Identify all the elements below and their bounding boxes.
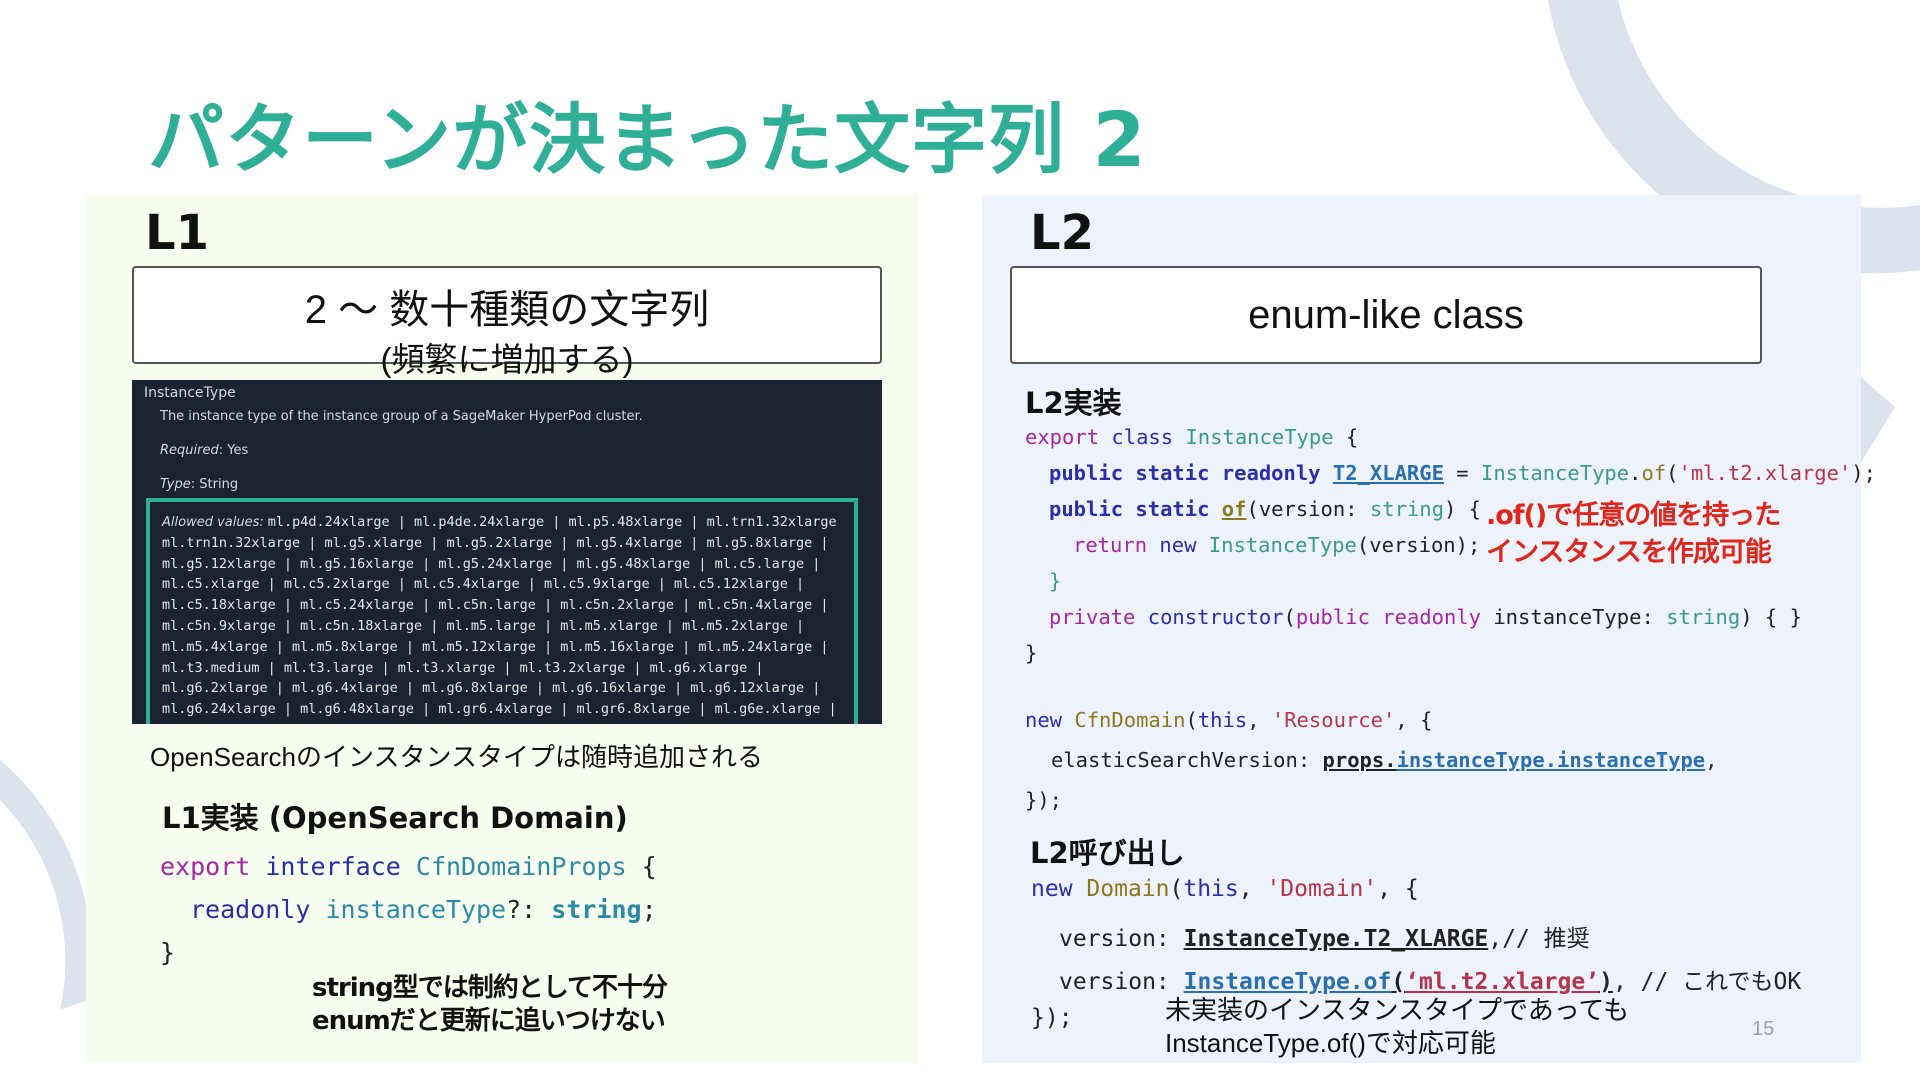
l1-summary-box: 2 〜 数十種類の文字列 (頻繁に増加する)	[132, 266, 882, 378]
l2-code-line-9: elasticSearchVersion: props.instanceType…	[1051, 748, 1718, 772]
l2-bottom-note-line2: InstanceType.of()で対応可能	[1165, 1028, 1496, 1058]
l2-impl-heading: L2実装	[1025, 386, 1122, 420]
l2-call-line-3: version: InstanceType.of(‘ml.t2.xlarge’)…	[1059, 969, 1802, 995]
l2-call-line-2: version: InstanceType.T2_XLARGE,// 推奨	[1059, 926, 1590, 952]
allowed-values-label: Allowed values:	[162, 515, 264, 530]
doc-required-value: : Yes	[218, 443, 249, 458]
of-method-note: .of()で任意の値を持った インスタンスを作成可能	[1486, 497, 1781, 571]
l2-code-line-4: return new InstanceType(version);	[1073, 533, 1481, 557]
allowed-values-highlight: Allowed values: ml.p4d.24xlarge | ml.p4d…	[146, 498, 858, 724]
doc-type-value: : String	[190, 477, 239, 492]
allowed-values-line: ml.p4d.24xlarge | ml.p4de.24xlarge | ml.…	[267, 514, 837, 530]
l1-code-line-1: export interface CfnDomainProps {	[160, 852, 657, 881]
l2-code-line-10: });	[1025, 788, 1063, 812]
slide-title: パターンが決まった文字列 2	[148, 95, 1147, 184]
l1-summary-line1: 2 〜 数十種類の文字列	[304, 288, 710, 332]
l2-call-line-1: new Domain(this, 'Domain', {	[1031, 876, 1419, 902]
l2-code-line-5: }	[1049, 569, 1062, 593]
allowed-values-line: ml.t3.medium | ml.t3.large | ml.t3.xlarg…	[162, 659, 764, 676]
of-method-note-line2: インスタンスを作成可能	[1486, 537, 1772, 568]
l2-bottom-note: 未実装のインスタンスタイプであっても InstanceType.of()で対応可…	[1165, 994, 1629, 1060]
l2-code-line-8: new CfnDomain(this, 'Resource', {	[1025, 708, 1433, 732]
l1-note-line2: enumだと更新に追いつけない	[312, 1006, 666, 1036]
docs-screenshot: InstanceType The instance type of the in…	[132, 380, 882, 724]
doc-description: The instance type of the instance group …	[160, 409, 643, 424]
l2-bottom-note-line1: 未実装のインスタンスタイプであっても	[1165, 995, 1630, 1025]
l2-code-line-1: export class InstanceType {	[1025, 425, 1359, 449]
l2-code-line-2: public static readonly T2_XLARGE = Insta…	[1049, 461, 1876, 485]
doc-required-label: Required	[160, 443, 219, 458]
l1-summary-line2: (頻繁に増加する)	[380, 341, 634, 378]
opensearch-caption: OpenSearchのインスタンスタイプは随時追加される	[150, 742, 763, 772]
l2-call-heading: L2呼び出し	[1030, 836, 1185, 870]
l1-impl-heading: L1実装 (OpenSearch Domain)	[162, 801, 628, 835]
l1-heading: L1	[145, 205, 209, 261]
doc-type: Type: String	[160, 477, 238, 492]
l2-code-line-7: }	[1025, 641, 1038, 665]
page-number: 15	[1752, 1018, 1775, 1040]
allowed-values-first-line: Allowed values: ml.p4d.24xlarge | ml.p4d…	[162, 512, 844, 533]
l2-code-line-3: public static of(version: string) {	[1049, 497, 1481, 521]
l2-code-line-6: private constructor(public readonly inst…	[1049, 605, 1802, 629]
doc-required: Required: Yes	[160, 443, 248, 458]
allowed-values-line: ml.g5.12xlarge | ml.g5.16xlarge | ml.g5.…	[162, 555, 821, 572]
allowed-values-line: ml.trn1n.32xlarge | ml.g5.xlarge | ml.g5…	[162, 534, 829, 551]
l1-note-line1: string型では制約として不十分	[312, 973, 668, 1003]
l1-code-line-3: }	[160, 938, 176, 967]
l2-summary-box: enum-like class	[1010, 266, 1762, 364]
l1-code-line-2: readonly instanceType?: string;	[190, 895, 657, 924]
allowed-values-line: ml.g6.24xlarge | ml.g6.48xlarge | ml.gr6…	[162, 701, 837, 718]
of-method-note-line1: .of()で任意の値を持った	[1486, 500, 1781, 531]
l2-heading: L2	[1030, 205, 1094, 261]
doc-type-label: Type	[160, 477, 191, 492]
allowed-values-line: ml.c5.18xlarge | ml.c5.24xlarge | ml.c5n…	[162, 597, 829, 614]
allowed-values-line: ml.m5.4xlarge | ml.m5.8xlarge | ml.m5.12…	[162, 638, 829, 655]
allowed-values-line: ml.g6.2xlarge | ml.g6.4xlarge | ml.g6.8x…	[162, 680, 821, 697]
doc-param-name: InstanceType	[144, 385, 236, 401]
allowed-values-line: ml.c5.xlarge | ml.c5.2xlarge | ml.c5.4xl…	[162, 576, 805, 593]
allowed-values-line: ml.c5n.9xlarge | ml.c5n.18xlarge | ml.m5…	[162, 617, 805, 634]
l1-note: string型では制約として不十分 enumだと更新に追いつけない	[312, 972, 668, 1038]
l2-call-line-4: });	[1031, 1005, 1073, 1031]
